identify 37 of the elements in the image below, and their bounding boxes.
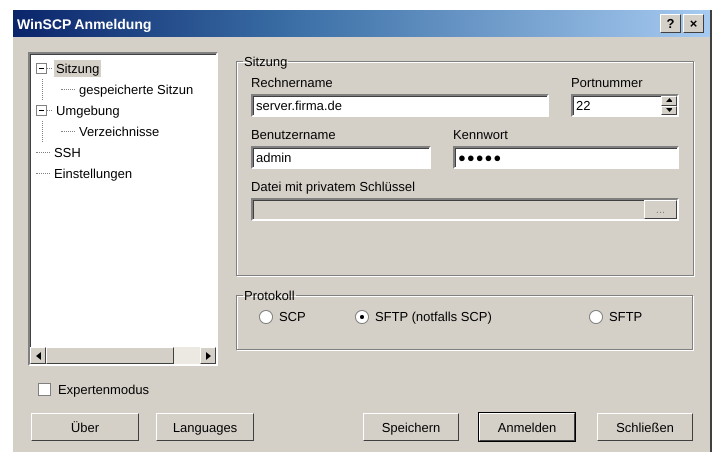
dialog-button[interactable]: Schließen: [597, 413, 693, 441]
field-label: Portnummer: [571, 75, 644, 91]
left-arrow-icon: [36, 352, 40, 360]
checkbox[interactable]: [38, 383, 51, 396]
close-button[interactable]: ×: [683, 14, 704, 33]
dialog-button[interactable]: Anmelden: [479, 413, 575, 441]
collapse-icon[interactable]: [36, 63, 47, 74]
dialog-button[interactable]: Speichern: [363, 413, 459, 441]
group-title: Protokoll: [243, 288, 296, 303]
field-label: Datei mit privatem Schlüssel: [251, 179, 416, 195]
horizontal-scrollbar[interactable]: [30, 347, 216, 364]
tree-item[interactable]: SSH: [52, 144, 83, 161]
dialog-button[interactable]: Über: [31, 413, 139, 441]
dialog-button[interactable]: Languages: [156, 413, 254, 441]
tree-item[interactable]: Einstellungen: [52, 165, 134, 182]
window-title: WinSCP Anmeldung: [17, 16, 152, 32]
right-arrow-icon: [206, 352, 210, 360]
tree-item[interactable]: Verzeichnisse: [77, 123, 162, 140]
tree-item[interactable]: Umgebung: [54, 102, 122, 119]
radio-label[interactable]: SFTP: [609, 309, 642, 324]
group-title: Sitzung: [243, 54, 288, 69]
field-label: Benutzername: [251, 127, 337, 143]
checkbox-label[interactable]: Expertenmodus: [58, 382, 150, 397]
radio-label[interactable]: SFTP (notfalls SCP): [375, 309, 492, 324]
input-field[interactable]: server.firma.de: [251, 94, 549, 117]
collapse-icon[interactable]: [36, 105, 47, 116]
field-label: Rechnername: [251, 75, 334, 91]
password-field[interactable]: ●●●●●: [453, 146, 679, 169]
field-label: Kennwort: [453, 127, 509, 143]
radio-label[interactable]: SCP: [279, 309, 306, 324]
input-field[interactable]: admin: [251, 146, 431, 169]
radio-button[interactable]: [355, 310, 369, 324]
tree-item[interactable]: Sitzung: [54, 60, 102, 77]
radio-button[interactable]: [259, 310, 273, 324]
radio-button[interactable]: [589, 310, 603, 324]
tree-item[interactable]: gespeicherte Sitzun: [77, 81, 196, 98]
help-button[interactable]: ?: [660, 14, 681, 33]
